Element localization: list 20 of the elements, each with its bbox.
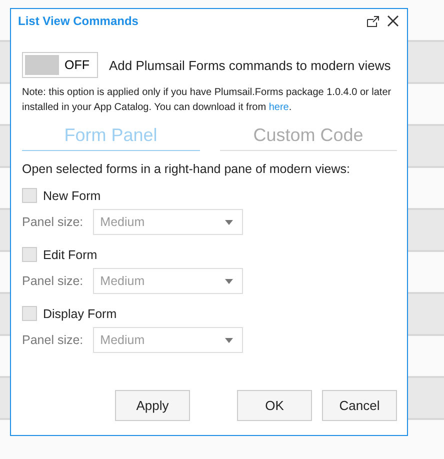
checkbox-label: Display Form	[43, 306, 117, 320]
dropdown-caret-icon	[225, 278, 234, 284]
intro-text: Open selected forms in a right-hand pane of modern views:	[22, 162, 351, 176]
close-icon[interactable]	[387, 15, 399, 27]
checkbox-label: New Form	[43, 188, 101, 202]
panel-size-label: Panel size:	[22, 274, 84, 288]
note-text: Note: this option is applied only if you have Plumsail.Forms package 1.0.4.0 or later installed in your App Catalog. You can download it from here.	[22, 86, 392, 115]
window-title: List View Commands	[18, 14, 138, 28]
tab[interactable]: Custom Code	[220, 123, 397, 151]
toggle-label: Add Plumsail Forms commands to modern views	[109, 58, 391, 72]
dropdown-caret-icon	[225, 220, 234, 224]
apply-button[interactable]: Apply	[115, 390, 190, 421]
toggle-switch[interactable]: OFF	[22, 52, 98, 78]
ok-button[interactable]: OK	[237, 390, 312, 421]
here-link[interactable]: here	[268, 102, 289, 113]
checkbox-label: Edit Form	[43, 248, 98, 262]
panel-size-label: Panel size:	[22, 215, 84, 229]
popout-icon[interactable]	[367, 16, 379, 26]
cancel-button[interactable]: Cancel	[322, 390, 397, 421]
panel-size-label: Panel size:	[22, 333, 84, 347]
